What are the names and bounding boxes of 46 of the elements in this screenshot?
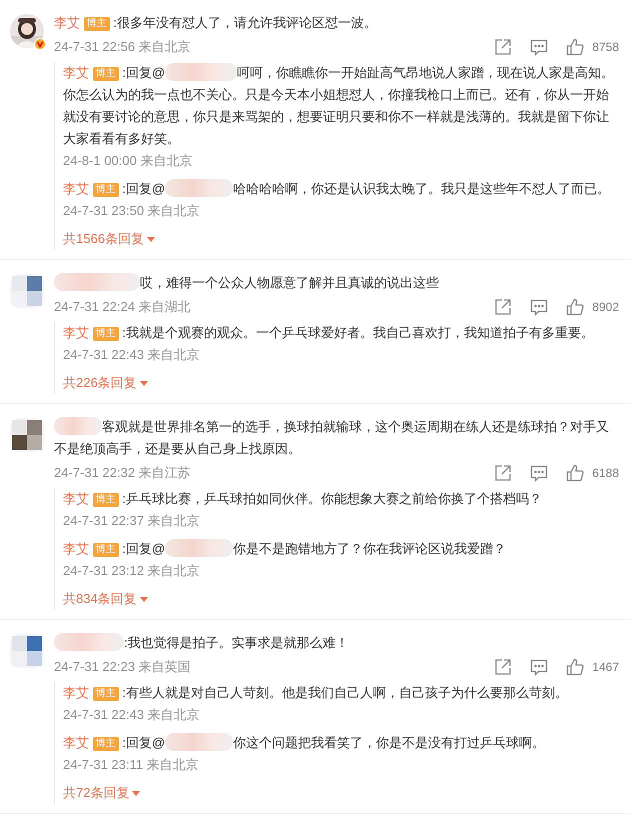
- reply-text: 李艾 博主 :回复@ 你这个问题把我看笑了，你是不是没有打过乒乓球啊。: [63, 732, 546, 753]
- reply-text: 李艾 博主 :回复@ 呵呵，你瞧瞧你一开始趾高气昂地说人家蹭，现在说人家是高知。你怎么认为的我一点也不关心。只是今天本小姐想怼人，你撞我枪口上而已。还有，你从一开始就没有要讨论的意思，你只是来骂架的，想要证明只要和你不一样就是浅薄的。我就是留下你让大家看看有多好笑。: [63, 62, 616, 148]
- like-count: 1467: [592, 659, 619, 676]
- like-icon[interactable]: [566, 464, 584, 482]
- share-icon[interactable]: [494, 658, 512, 676]
- like-icon[interactable]: [566, 298, 584, 316]
- comment-icon[interactable]: [530, 658, 548, 676]
- reply-text: 李艾 博主 :有些人就是对自己人苛刻。他是我们自己人啊，自己孩子为什么要那么苛刻。: [63, 684, 569, 703]
- reply-text: 李艾 博主 :回复@ 哈哈哈哈啊，你还是认识我太晚了。我只是这些年不怼人了而已。: [63, 178, 612, 199]
- caret-icon: [132, 790, 140, 796]
- comment-time: 24-7-31 22:56 来自北京: [54, 38, 191, 56]
- comment-icon[interactable]: [530, 464, 548, 482]
- comment-text: 哎，难得一个公众人物愿意了解并且真诚的说出这些: [54, 272, 619, 294]
- reply-time: 24-7-31 22:43 来自北京: [63, 707, 200, 722]
- share-icon[interactable]: [494, 298, 512, 316]
- reply-time: 24-7-31 22:37 来自北京: [63, 513, 200, 528]
- comment-icon[interactable]: [530, 298, 548, 316]
- comment-text: 客观就是世界排名第一的选手，换球拍就输球，这个奥运周期在练人还是练球拍？对手又不是绝顶高手，还是要从自己身上找原因。: [54, 416, 610, 458]
- like-count: 8758: [592, 39, 619, 56]
- like-icon[interactable]: [566, 658, 584, 676]
- reply-time: 24-8-1 00:00 来自北京: [63, 153, 192, 168]
- more-replies-link[interactable]: 共834条回复: [63, 588, 148, 610]
- reply-time: 24-7-31 23:50 来自北京: [63, 203, 200, 218]
- comment-text: :我也觉得是拍子。实事求是就那么难！: [54, 632, 619, 654]
- comment-icon[interactable]: [530, 38, 548, 56]
- more-replies-link[interactable]: 共226条回复: [63, 372, 148, 394]
- reply-text: 李艾 博主 :乒乓球比赛，乒乓球拍如同伙伴。你能想象大赛之前给你换了个搭档吗？: [63, 490, 543, 509]
- share-icon[interactable]: [494, 464, 512, 482]
- caret-icon: [140, 596, 148, 602]
- comment-time: 24-7-31 22:24 来自湖北: [54, 298, 191, 316]
- like-count: 6188: [592, 465, 619, 482]
- like-icon[interactable]: [566, 38, 584, 56]
- share-icon[interactable]: [494, 38, 512, 56]
- comment-time: 24-7-31 22:23 来自英国: [54, 658, 191, 676]
- reply-time: 24-7-31 23:12 来自北京: [63, 563, 200, 578]
- more-replies-link[interactable]: 共72条回复: [63, 782, 140, 804]
- caret-icon: [140, 380, 148, 386]
- reply-text: 李艾 博主 :我就是个观赛的观众。一个乒乓球爱好者。我自己喜欢打，我知道拍子有多重要。: [63, 324, 595, 343]
- reply-text: 李艾 博主 :回复@ 你是不是跑错地方了？你在我评论区说我爱蹭？: [63, 538, 508, 559]
- like-count: 8902: [592, 299, 619, 316]
- reply-time: 24-7-31 23:11 来自北京: [63, 757, 199, 772]
- reply-time: 24-7-31 22:43 来自北京: [63, 347, 200, 362]
- comment-text: 李艾 博主 :很多年没有怼人了，请允许我评论区怼一波。: [54, 14, 378, 33]
- caret-icon: [146, 236, 155, 242]
- comment-time: 24-7-31 22:32 来自江苏: [54, 464, 191, 482]
- more-replies-link[interactable]: 共1566条回复: [63, 228, 155, 250]
